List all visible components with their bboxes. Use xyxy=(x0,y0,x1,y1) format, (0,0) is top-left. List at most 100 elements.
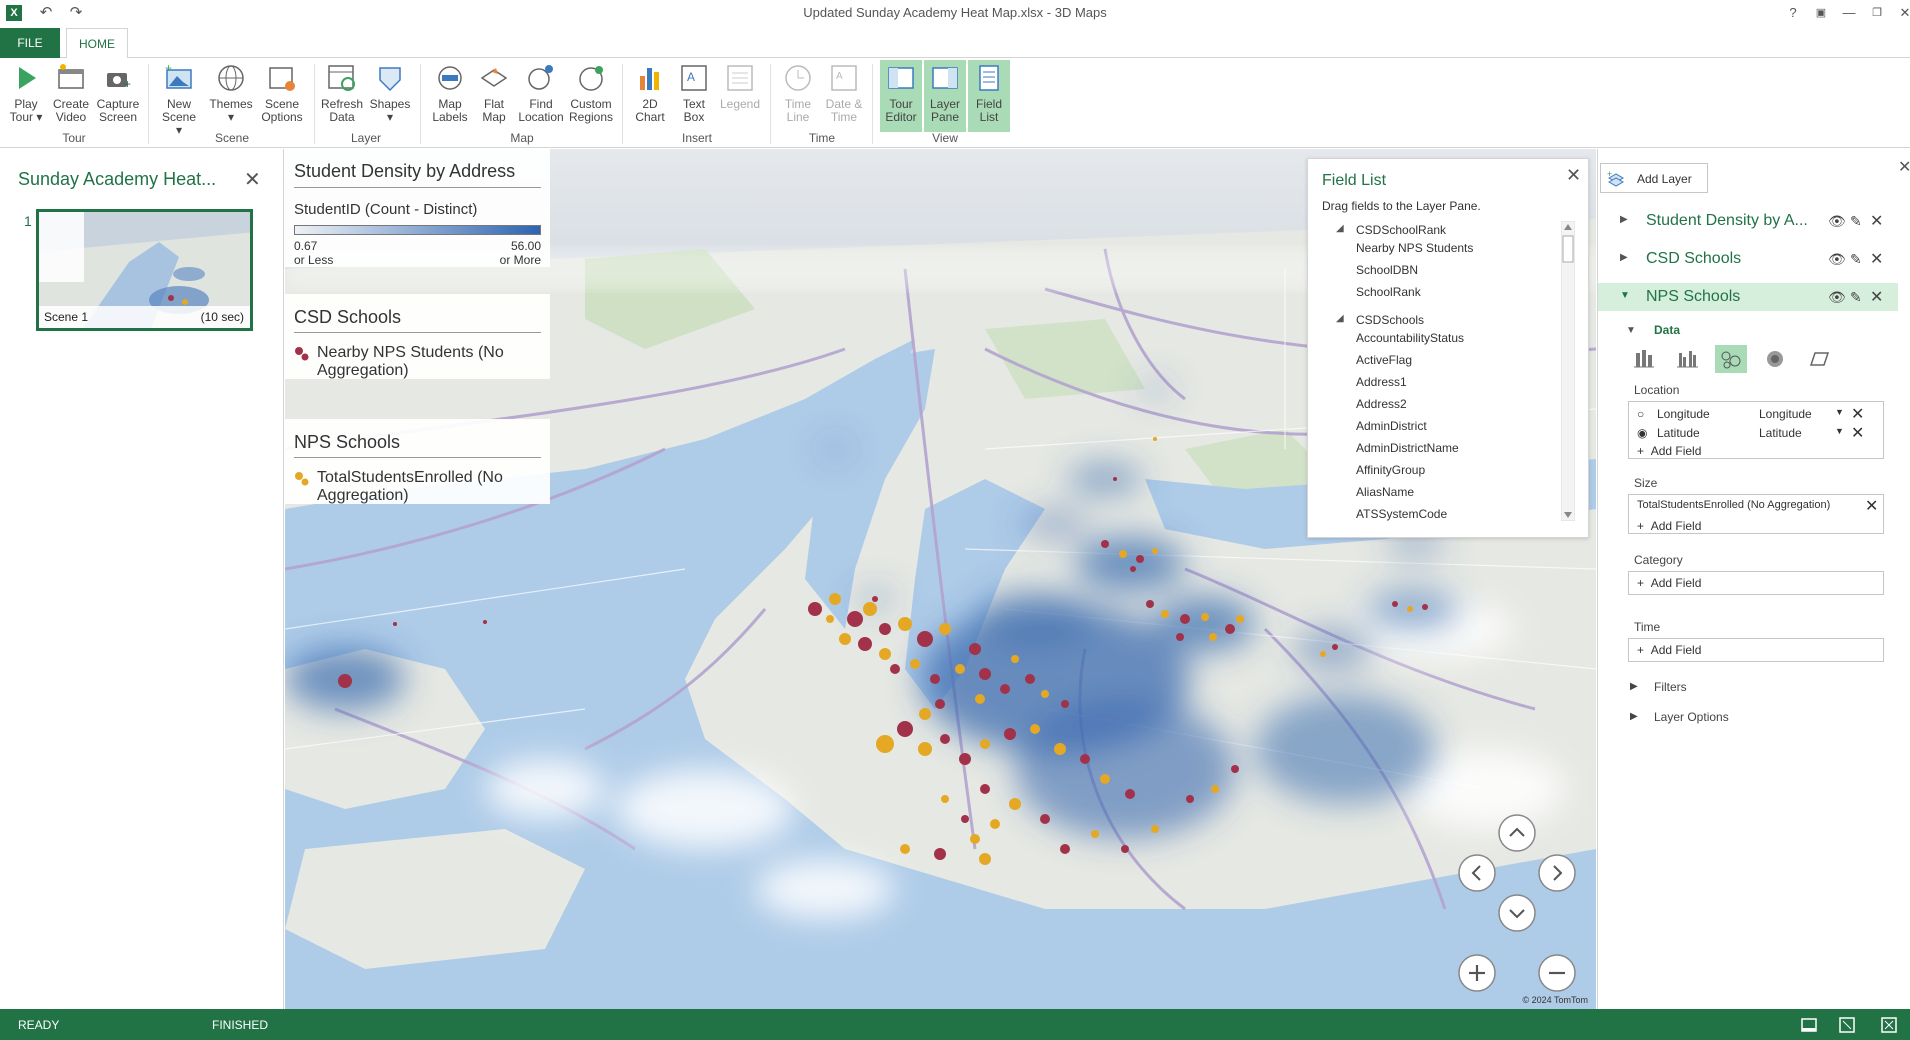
create-video-button[interactable]: Create Video xyxy=(50,62,92,132)
field-item[interactable]: AccountabilityStatus xyxy=(1356,331,1464,345)
location-type-dropdown[interactable]: Latitude xyxy=(1759,426,1802,440)
add-layer-button[interactable]: + Add Layer xyxy=(1600,163,1708,193)
field-item[interactable]: Nearby NPS Students xyxy=(1356,241,1473,255)
pencil-icon[interactable]: ✎ xyxy=(1850,251,1862,268)
themes-button[interactable]: Themes ▾ xyxy=(208,62,254,132)
field-list-subtitle: Drag fields to the Layer Pane. xyxy=(1322,199,1481,213)
eye-icon[interactable]: 👁 xyxy=(1828,289,1846,306)
custom-regions-button[interactable]: Custom Regions xyxy=(566,62,616,132)
dropdown-arrow-icon[interactable]: ▼ xyxy=(1835,407,1844,417)
refresh-data-button[interactable]: Refresh Data xyxy=(320,62,364,132)
flat-map-button[interactable]: Flat Map xyxy=(474,62,514,132)
maximize-button[interactable]: ❐ xyxy=(1864,2,1890,24)
stacked-column-icon[interactable] xyxy=(1628,345,1658,373)
field-item[interactable]: Address2 xyxy=(1356,397,1407,411)
add-size-field-button[interactable]: + Add Field xyxy=(1637,519,1701,533)
tab-home[interactable]: HOME xyxy=(66,28,128,59)
region-icon[interactable] xyxy=(1804,345,1834,373)
clustered-column-icon[interactable] xyxy=(1672,345,1702,373)
text-box-button[interactable]: A Text Box xyxy=(674,62,714,132)
tab-file[interactable]: FILE xyxy=(0,28,60,58)
data-collapse-arrow-icon[interactable]: ▼ xyxy=(1626,325,1636,336)
layer-options-section[interactable]: Layer Options xyxy=(1654,710,1729,724)
pencil-icon[interactable]: ✎ xyxy=(1850,289,1862,306)
filters-section[interactable]: Filters xyxy=(1654,680,1687,694)
bubble-icon[interactable] xyxy=(1715,345,1747,373)
refresh-label-2: Data xyxy=(329,110,355,124)
remove-field-icon[interactable]: ✕ xyxy=(1865,496,1878,516)
ribbon-display-button[interactable]: ▣ xyxy=(1808,2,1834,24)
close-field-list-button[interactable]: ✕ xyxy=(1566,165,1581,186)
field-item[interactable]: SchoolRank xyxy=(1356,285,1421,299)
scene-options-button[interactable]: Scene Options xyxy=(258,62,306,132)
2d-chart-button[interactable]: 2D Chart xyxy=(630,62,670,132)
latitude-radio[interactable]: ◉ xyxy=(1637,426,1647,440)
field-item[interactable]: ATSSystemCode xyxy=(1356,507,1447,521)
field-list-button[interactable]: Field List xyxy=(968,60,1010,132)
layer-pane-button[interactable]: Layer Pane xyxy=(924,60,966,132)
add-location-field-button[interactable]: + Add Field xyxy=(1637,444,1701,458)
legend-student-density[interactable]: Student Density by Address StudentID (Co… xyxy=(285,149,550,267)
tilt-down-button[interactable] xyxy=(1497,893,1537,933)
close-layer-pane-icon[interactable]: ✕ xyxy=(1898,157,1910,177)
add-time-field-button[interactable]: + Add Field xyxy=(1637,643,1701,657)
remove-field-icon[interactable]: ✕ xyxy=(1851,423,1864,443)
eye-icon[interactable]: 👁 xyxy=(1828,251,1846,268)
field-item[interactable]: AffinityGroup xyxy=(1356,463,1425,477)
zoom-out-button[interactable] xyxy=(1537,953,1577,993)
location-type-dropdown[interactable]: Longitude xyxy=(1759,407,1812,421)
filters-expand-icon[interactable]: ▶ xyxy=(1630,681,1638,692)
zoom-in-button[interactable] xyxy=(1457,953,1497,993)
date-time-button[interactable]: A Date & Time xyxy=(822,62,866,132)
legend-nps-schools[interactable]: NPS Schools TotalStudentsEnrolled (No Ag… xyxy=(285,419,550,504)
screen-mode-icon[interactable] xyxy=(1800,1016,1818,1034)
add-category-field-button[interactable]: + Add Field xyxy=(1637,576,1701,590)
delete-icon[interactable]: ✕ xyxy=(1870,287,1883,307)
tilt-up-button[interactable] xyxy=(1497,813,1537,853)
pencil-icon[interactable]: ✎ xyxy=(1850,213,1862,230)
refresh-label-1: Refresh xyxy=(320,97,364,111)
rotate-right-button[interactable] xyxy=(1537,853,1577,893)
tour-editor-pane: Sunday Academy Heat... ✕ 1 Scene 1 (10 s… xyxy=(0,149,284,1009)
close-window-button[interactable]: ✕ xyxy=(1892,2,1910,24)
dropdown-arrow-icon[interactable]: ▼ xyxy=(1835,426,1844,436)
play-tour-button[interactable]: Play Tour ▾ xyxy=(8,62,44,132)
delete-icon[interactable]: ✕ xyxy=(1870,211,1883,231)
find-location-button[interactable]: Find Location xyxy=(516,62,566,132)
legend-button[interactable]: Legend xyxy=(716,62,764,132)
delete-icon[interactable]: ✕ xyxy=(1870,249,1883,269)
close-tour-pane-button[interactable]: ✕ xyxy=(244,167,261,192)
field-item[interactable]: AdminDistrictName xyxy=(1356,441,1459,455)
map-labels-button[interactable]: Map Labels xyxy=(428,62,472,132)
layer-pane-icon xyxy=(932,67,958,89)
field-item[interactable]: AliasName xyxy=(1356,485,1414,499)
layer-row-student-density[interactable]: ▶ Student Density by A... 👁 ✎ ✕ xyxy=(1598,207,1898,235)
field-group[interactable]: ◢ CSDSchools xyxy=(1336,313,1424,327)
field-item[interactable]: SchoolDBN xyxy=(1356,263,1418,277)
new-scene-button[interactable]: + New Scene ▾ xyxy=(158,62,200,137)
help-button[interactable]: ? xyxy=(1780,2,1806,24)
add-layer-icon: + xyxy=(1607,170,1625,187)
scene-thumbnail[interactable]: Scene 1 (10 sec) xyxy=(36,209,253,331)
field-item[interactable]: ActiveFlag xyxy=(1356,353,1412,367)
time-line-button[interactable]: Time Line xyxy=(778,62,818,132)
full-screen-icon[interactable] xyxy=(1880,1016,1898,1034)
capture-screen-button[interactable]: + Capture Screen xyxy=(96,62,140,132)
fit-view-icon[interactable] xyxy=(1838,1016,1856,1034)
field-group[interactable]: ◢ CSDSchoolRank xyxy=(1336,223,1446,237)
layer-row-nps-schools[interactable]: ▼ NPS Schools 👁 ✎ ✕ xyxy=(1598,283,1898,311)
field-item[interactable]: AdminDistrict xyxy=(1356,419,1427,433)
field-item[interactable]: Address1 xyxy=(1356,375,1407,389)
field-list-scrollbar[interactable] xyxy=(1561,221,1575,521)
remove-field-icon[interactable]: ✕ xyxy=(1851,404,1864,424)
legend-csd-schools[interactable]: CSD Schools Nearby NPS Students (No Aggr… xyxy=(285,294,550,379)
rotate-left-button[interactable] xyxy=(1457,853,1497,893)
layer-options-expand-icon[interactable]: ▶ xyxy=(1630,711,1638,722)
minimize-button[interactable]: — xyxy=(1836,2,1862,24)
layer-row-csd-schools[interactable]: ▶ CSD Schools 👁 ✎ ✕ xyxy=(1598,245,1898,273)
tour-editor-button[interactable]: Tour Editor xyxy=(880,60,922,132)
shapes-button[interactable]: Shapes ▾ xyxy=(368,62,412,132)
eye-icon[interactable]: 👁 xyxy=(1828,213,1846,230)
longitude-radio[interactable]: ○ xyxy=(1637,407,1644,421)
heat-map-icon[interactable] xyxy=(1760,345,1790,373)
